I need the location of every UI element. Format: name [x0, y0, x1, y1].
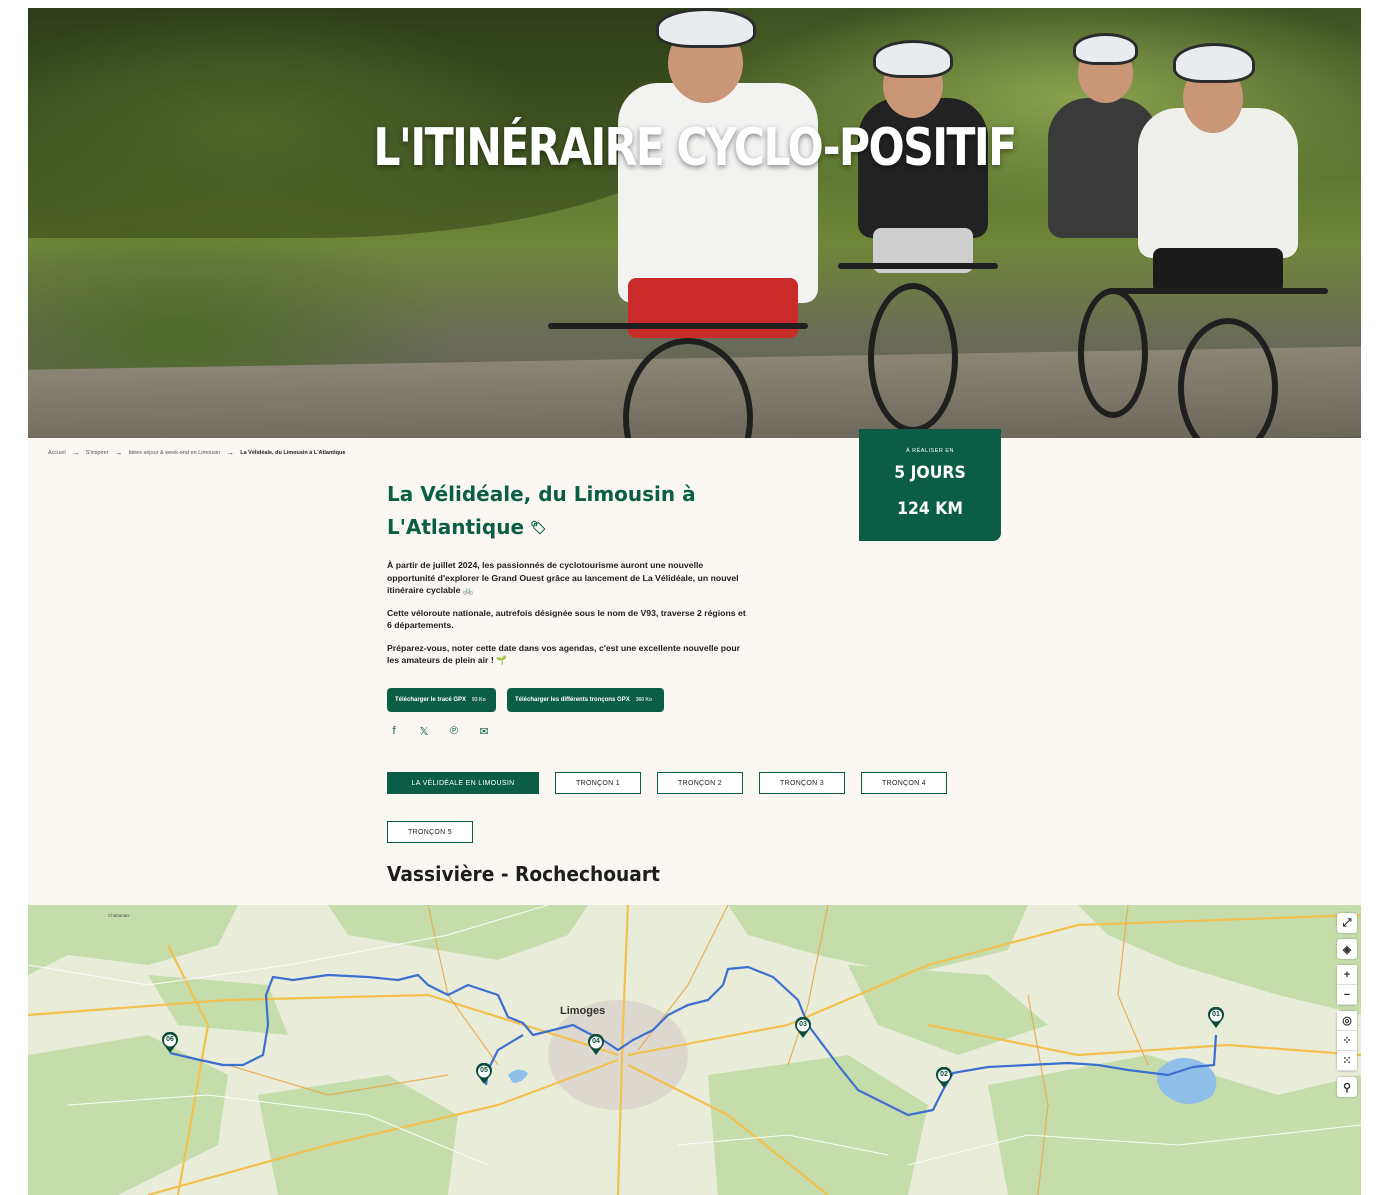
article-title: La Vélidéale, du Limousin à L'Atlantique… [387, 478, 747, 545]
map-city-label: Limoges [560, 1005, 606, 1017]
zoom-in-icon[interactable]: + [1337, 965, 1357, 985]
tab-troncon-5[interactable]: TRONÇON 5 [387, 821, 473, 843]
page: L'ITINÉRAIRE CYCLO-POSITIF Accueil → S'i… [28, 8, 1361, 1195]
map-marker-label: 05 [480, 1067, 488, 1074]
tab-limousin[interactable]: LA VÉLIDÉALE EN LIMOUSIN [387, 772, 539, 794]
layers-icon[interactable]: ◈ [1337, 939, 1357, 959]
download-gpx-sections-size: 360 Ko [635, 697, 653, 703]
map-marker-label: 01 [1212, 1011, 1220, 1018]
share-links: f 𝕏 ℗ ✉ [388, 725, 490, 738]
arrow-right-icon: → [226, 448, 235, 457]
arrow-right-icon: → [71, 448, 80, 457]
section-tabs: LA VÉLIDÉALE EN LIMOUSIN TRONÇON 1 TRONÇ… [387, 772, 967, 843]
hero-title: L'ITINÉRAIRE CYCLO-POSITIF [373, 118, 1017, 178]
fullscreen-icon[interactable]: ⤢ [1337, 913, 1357, 933]
map-marker-03[interactable]: 03 [794, 1017, 812, 1039]
tab-troncon-1[interactable]: TRONÇON 1 [555, 772, 641, 794]
map-marker-01[interactable]: 01 [1207, 1007, 1225, 1029]
map-canvas [28, 905, 1361, 1195]
download-gpx-trace-label: Télécharger le tracé GPX [395, 697, 467, 703]
trip-info-box: À RÉALISER EN 5 JOURS 124 KM [859, 429, 1001, 541]
breadcrumb-current: La Vélidéale, du Limousin à L'Atlantique [240, 449, 346, 456]
section-title: Vassivière - Rochechouart [387, 862, 660, 886]
x-icon[interactable]: 𝕏 [418, 725, 430, 738]
map-marker-label: 03 [799, 1021, 807, 1028]
map-marker-label: 06 [166, 1036, 174, 1043]
download-gpx-sections-button[interactable]: Télécharger les différents tronçons GPX … [507, 688, 664, 712]
zoom-controls: + − [1337, 965, 1357, 1005]
arrow-right-icon: → [114, 448, 123, 457]
route-map[interactable]: Limoges Chabanais 01 02 03 04 05 06 ⤢ ◈ … [28, 905, 1361, 1195]
facebook-icon[interactable]: f [388, 725, 400, 738]
zoom-out-icon[interactable]: − [1337, 985, 1357, 1005]
map-town-label: Chabanais [108, 913, 130, 918]
tag-icon: 🏷 [530, 521, 547, 536]
map-controls: ⤢ ◈ + − ◎ ⁘ ⁙ ⚲ [1337, 913, 1357, 1097]
download-buttons: Télécharger le tracé GPX 93 Ko Télécharg… [387, 688, 664, 712]
map-marker-label: 04 [592, 1038, 600, 1045]
article-paragraph: Préparez-vous, noter cette date dans vos… [387, 642, 741, 666]
tab-troncon-2[interactable]: TRONÇON 2 [657, 772, 743, 794]
download-gpx-trace-button[interactable]: Télécharger le tracé GPX 93 Ko [387, 688, 496, 712]
trip-duration: 5 JOURS [894, 463, 966, 483]
breadcrumb-home[interactable]: Accueil [48, 450, 66, 456]
trip-info-label: À RÉALISER EN [905, 448, 955, 454]
breadcrumb-inspire[interactable]: S'inspirer [86, 450, 109, 456]
points-alt-icon[interactable]: ⁙ [1337, 1051, 1357, 1071]
map-marker-label: 02 [940, 1071, 948, 1078]
locate-icon[interactable]: ◎ [1337, 1011, 1357, 1031]
pinterest-icon[interactable]: ℗ [448, 725, 460, 738]
map-marker-05[interactable]: 05 [475, 1063, 493, 1085]
points-icon[interactable]: ⁘ [1337, 1031, 1357, 1051]
map-marker-04[interactable]: 04 [587, 1034, 605, 1056]
download-gpx-sections-label: Télécharger les différents tronçons GPX [515, 697, 630, 703]
article-paragraph: À partir de juillet 2024, les passionnés… [387, 560, 739, 595]
breadcrumb-ideas[interactable]: Idées séjour & week-end en Limousin [129, 450, 221, 456]
location-controls: ◎ ⁘ ⁙ [1337, 1011, 1357, 1071]
trip-distance: 124 KM [897, 499, 963, 519]
email-icon[interactable]: ✉ [478, 725, 490, 738]
tab-troncon-4[interactable]: TRONÇON 4 [861, 772, 947, 794]
hero-banner: L'ITINÉRAIRE CYCLO-POSITIF [28, 8, 1361, 438]
breadcrumb: Accueil → S'inspirer → Idées séjour & we… [48, 448, 345, 457]
article-paragraph: Cette véloroute nationale, autrefois dés… [387, 607, 746, 631]
map-marker-02[interactable]: 02 [935, 1067, 953, 1089]
download-gpx-trace-size: 93 Ko [472, 697, 486, 703]
article: La Vélidéale, du Limousin à L'Atlantique… [387, 478, 747, 667]
search-icon[interactable]: ⚲ [1337, 1077, 1357, 1097]
tab-troncon-3[interactable]: TRONÇON 3 [759, 772, 845, 794]
map-marker-06[interactable]: 06 [161, 1032, 179, 1054]
